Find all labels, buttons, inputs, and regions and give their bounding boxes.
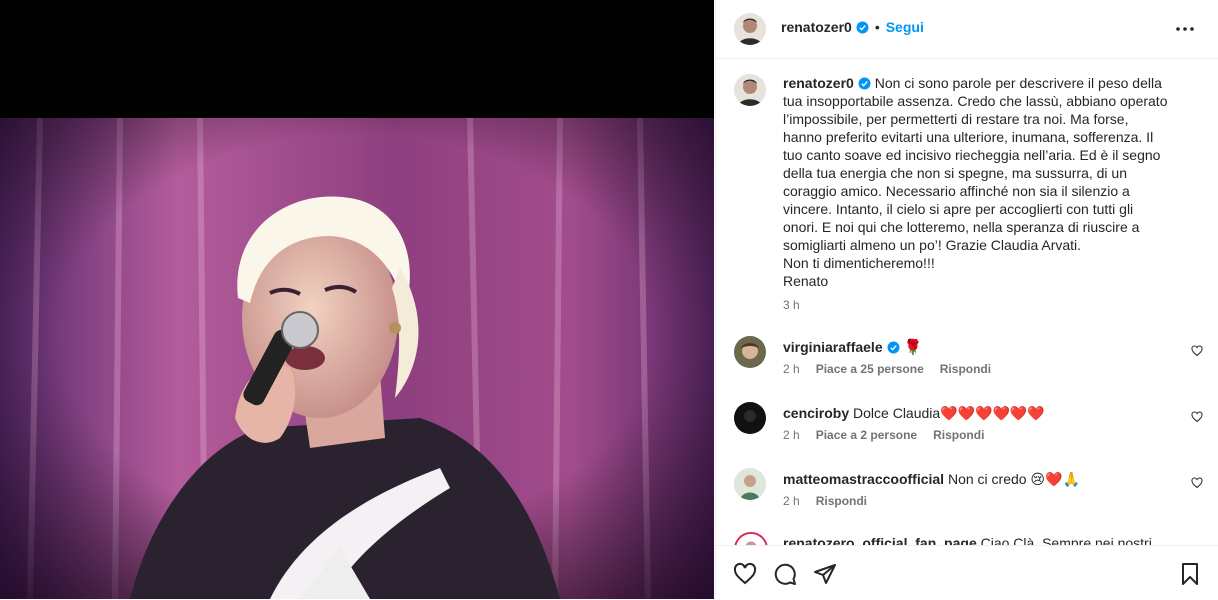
separator-dot: • — [874, 19, 880, 35]
comment-bubble-icon[interactable] — [773, 562, 797, 586]
verified-badge-icon — [856, 21, 869, 34]
avatar-image — [734, 468, 766, 500]
avatar-image — [734, 13, 766, 45]
comment-avatar[interactable] — [734, 468, 766, 500]
reply-button[interactable]: Rispondi — [933, 428, 984, 442]
comment-text: Dolce Claudia❤️❤️❤️❤️❤️❤️ — [853, 405, 1045, 421]
comment-username[interactable]: cenciroby — [783, 405, 849, 421]
comment-avatar[interactable] — [734, 336, 766, 368]
caption-text: Non ci sono parole per descrivere il pes… — [783, 75, 1168, 289]
comment-text: Non ci credo 😢❤️🙏 — [947, 471, 1080, 487]
comment-username[interactable]: matteomastraccoofficial — [783, 471, 944, 487]
caption-text-block: renatozer0 Non ci sono parole per descri… — [783, 74, 1168, 290]
comment-likes[interactable]: Piace a 25 persone — [816, 362, 924, 376]
comment-body: matteomastraccoofficial Non ci credo 😢❤️… — [783, 470, 1173, 488]
post-action-bar — [716, 545, 1218, 600]
post-details-panel: renatozer0 • Segui renatozer0 Non ci sono … — [715, 0, 1218, 600]
comment-body: cenciroby Dolce Claudia❤️❤️❤️❤️❤️❤️ — [783, 404, 1173, 422]
singer-on-stage-image — [0, 118, 714, 599]
author-avatar[interactable] — [734, 13, 766, 45]
comment-time[interactable]: 2 h — [783, 362, 800, 376]
caption-author-avatar[interactable] — [734, 74, 766, 106]
author-username[interactable]: renatozer0 — [781, 19, 852, 35]
avatar-image — [734, 336, 766, 368]
more-options-icon[interactable] — [1173, 17, 1197, 41]
post-photo[interactable] — [0, 118, 714, 599]
comment-like-heart-icon[interactable] — [1191, 411, 1203, 423]
comment-meta: 2 h Rispondi — [783, 494, 883, 508]
comment-time[interactable]: 2 h — [783, 428, 800, 442]
comment-time[interactable]: 2 h — [783, 494, 800, 508]
verified-badge-icon — [858, 77, 871, 90]
comment-meta: 2 h Piace a 2 persone Rispondi — [783, 428, 1000, 442]
avatar-image — [734, 402, 766, 434]
reply-button[interactable]: Rispondi — [816, 494, 867, 508]
comment-avatar[interactable] — [734, 402, 766, 434]
verified-badge-icon — [887, 341, 900, 354]
comment-username[interactable]: virginiaraffaele — [783, 339, 883, 355]
reply-button[interactable]: Rispondi — [940, 362, 991, 376]
follow-button[interactable]: Segui — [886, 19, 924, 35]
caption-timestamp[interactable]: 3 h — [783, 298, 800, 312]
paper-plane-icon[interactable] — [813, 562, 837, 586]
comment-likes[interactable]: Piace a 2 persone — [816, 428, 917, 442]
caption-author-username[interactable]: renatozer0 — [783, 75, 854, 91]
header-user-line: renatozer0 • Segui — [781, 19, 924, 37]
comment-like-heart-icon[interactable] — [1191, 345, 1203, 357]
avatar-image — [734, 74, 766, 106]
comment-meta: 2 h Piace a 25 persone Rispondi — [783, 362, 1007, 376]
bookmark-icon[interactable] — [1178, 562, 1202, 586]
post-header: renatozer0 • Segui — [716, 0, 1218, 59]
post-media — [0, 0, 714, 599]
comment-body: virginiaraffaele 🌹 — [783, 338, 1173, 357]
heart-icon[interactable] — [733, 562, 757, 586]
comment-like-heart-icon[interactable] — [1191, 477, 1203, 489]
comment-text: 🌹 — [903, 339, 923, 356]
